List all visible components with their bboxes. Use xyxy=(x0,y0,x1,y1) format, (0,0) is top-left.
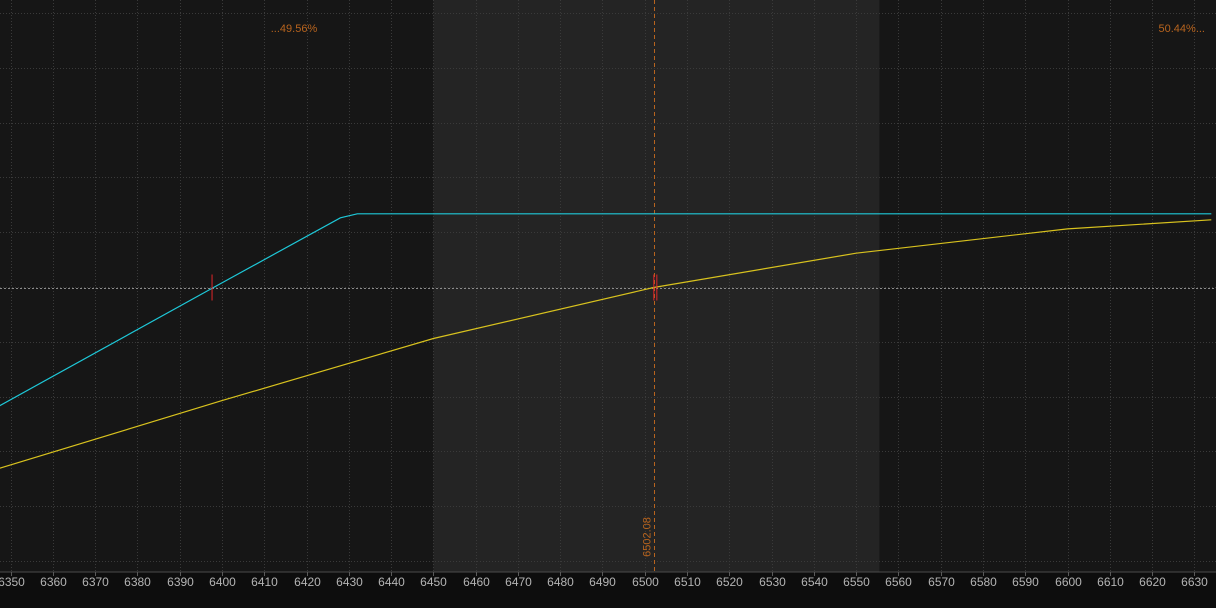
probability-label-right: 50.44%... xyxy=(1159,23,1205,35)
x-tick-label: 6520 xyxy=(716,575,743,589)
x-tick-label: 6620 xyxy=(1139,575,1166,589)
x-tick-label: 6390 xyxy=(167,575,194,589)
x-tick-label: 6600 xyxy=(1055,575,1082,589)
x-tick-label: 6630 xyxy=(1181,575,1208,589)
x-tick-label: 6550 xyxy=(843,575,870,589)
x-tick-label: 6610 xyxy=(1097,575,1124,589)
probability-label-left: ...49.56% xyxy=(271,23,318,35)
x-tick-label: 6420 xyxy=(294,575,321,589)
x-tick-label: 6430 xyxy=(336,575,363,589)
x-tick-label: 6380 xyxy=(124,575,151,589)
x-tick-label: 6500 xyxy=(632,575,659,589)
risk-profile-chart: 6502.08 ...49.56% 50.44%... 6350 6360 6370… xyxy=(0,0,1216,603)
x-tick-label: 6350 xyxy=(0,575,25,589)
x-tick-label: 6560 xyxy=(885,575,912,589)
x-tick-label: 6540 xyxy=(801,575,828,589)
x-tick-label: 6440 xyxy=(378,575,405,589)
x-tick-label: 6490 xyxy=(589,575,616,589)
x-tick-label: 6590 xyxy=(1012,575,1039,589)
x-tick-label: 6450 xyxy=(420,575,447,589)
x-tick-label: 6360 xyxy=(40,575,67,589)
chart-svg: 6502.08 ...49.56% 50.44%... 6350 6360 6370… xyxy=(0,0,1216,603)
x-tick-label: 6530 xyxy=(759,575,786,589)
x-tick-label: 6570 xyxy=(928,575,955,589)
x-tick-label: 6400 xyxy=(209,575,236,589)
vertical-marker-label: 6502.08 xyxy=(642,517,654,557)
x-tick-label: 6510 xyxy=(674,575,701,589)
x-tick-label: 6410 xyxy=(251,575,278,589)
x-tick-label: 6470 xyxy=(505,575,532,589)
x-tick-label: 6460 xyxy=(463,575,490,589)
x-tick-label: 6370 xyxy=(82,575,109,589)
x-tick-label: 6480 xyxy=(547,575,574,589)
x-axis-ticks: 6350 6360 6370 6380 6390 6400 6410 6420 6430 6440… xyxy=(0,572,1208,589)
x-tick-label: 6580 xyxy=(970,575,997,589)
